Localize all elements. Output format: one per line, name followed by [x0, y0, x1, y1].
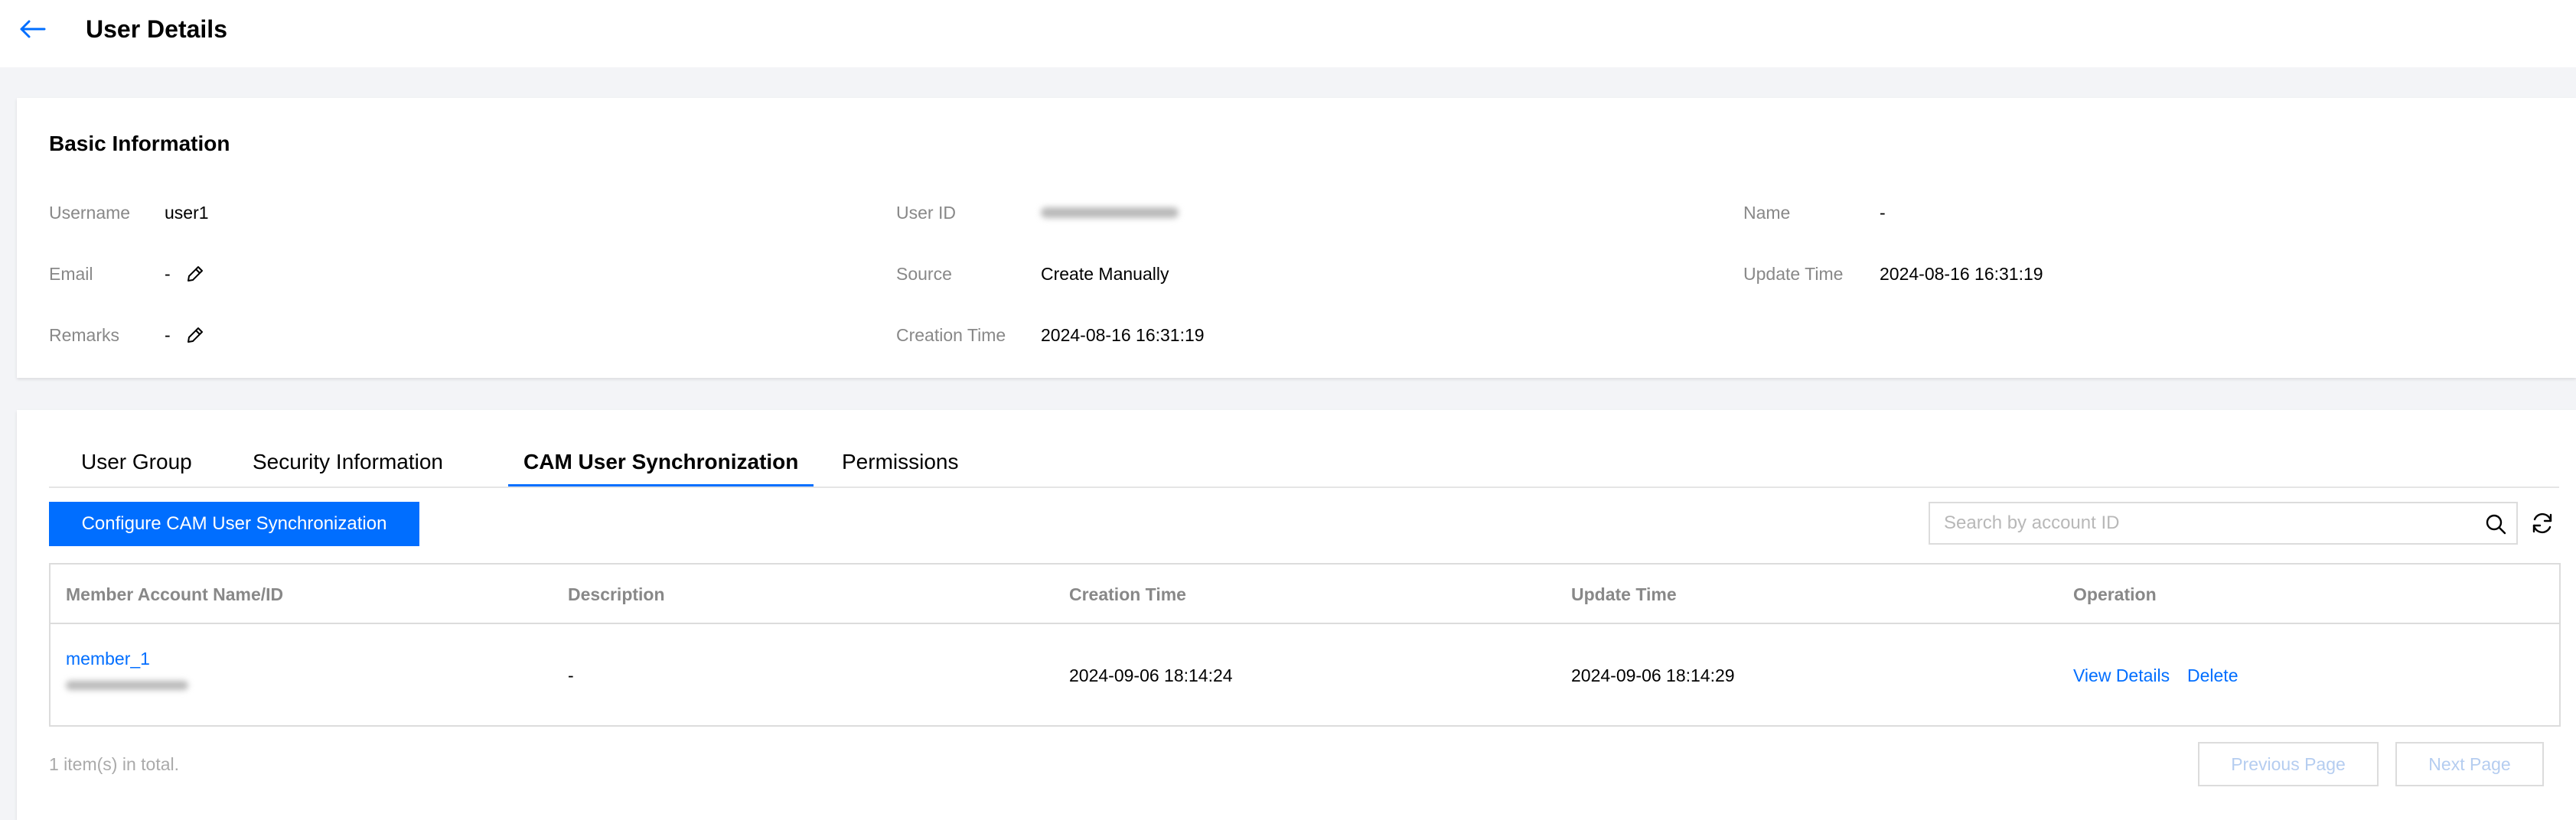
tab-label: Security Information: [253, 450, 443, 473]
tabs-card: User Group Security Information CAM User…: [17, 410, 2576, 820]
creation-time-label: Creation Time: [896, 325, 1006, 345]
search-icon[interactable]: [2484, 512, 2507, 535]
name-label: Name: [1743, 203, 1791, 223]
previous-page-button[interactable]: Previous Page: [2198, 742, 2379, 786]
user-id-value-redacted: [1041, 207, 1179, 218]
column-header: Description: [568, 584, 665, 604]
remarks-value: -: [165, 325, 171, 345]
table-header: Member Account Name/ID Description Creat…: [51, 565, 2559, 624]
column-header: Member Account Name/ID: [66, 584, 284, 604]
tab-cam-user-synchronization[interactable]: CAM User Synchronization: [508, 448, 814, 486]
name-value: -: [1880, 203, 1886, 223]
total-count: 1 item(s) in total.: [49, 754, 179, 774]
email-value: -: [165, 264, 171, 284]
creation-time-value: 2024-08-16 16:31:19: [1041, 325, 1205, 345]
column-header: Operation: [2073, 584, 2157, 604]
tab-security-information[interactable]: Security Information: [253, 448, 443, 485]
search-box: [1929, 502, 2518, 545]
next-page-button[interactable]: Next Page: [2395, 742, 2544, 786]
refresh-icon[interactable]: [2530, 511, 2555, 535]
tab-label: CAM User Synchronization: [523, 450, 799, 473]
update-time-label: Update Time: [1743, 264, 1844, 284]
member-account-id-redacted: [66, 681, 188, 690]
back-arrow-icon[interactable]: [17, 17, 47, 41]
update-time-cell: 2024-09-06 18:14:29: [1571, 665, 1735, 685]
member-accounts-table: Member Account Name/ID Description Creat…: [49, 563, 2561, 727]
basic-information-card: Basic Information Username user1 User ID…: [17, 98, 2576, 378]
configure-cam-sync-button[interactable]: Configure CAM User Synchronization: [49, 502, 419, 546]
search-input[interactable]: [1930, 503, 2458, 543]
tab-permissions[interactable]: Permissions: [842, 448, 958, 485]
username-label: Username: [49, 203, 131, 223]
column-header: Update Time: [1571, 584, 1677, 604]
table-row: member_1 - 2024-09-06 18:14:24 2024-09-0…: [51, 624, 2559, 725]
description-cell: -: [568, 665, 574, 685]
active-tab-indicator: [508, 484, 814, 486]
creation-time-cell: 2024-09-06 18:14:24: [1069, 665, 1233, 685]
column-header: Creation Time: [1069, 584, 1186, 604]
page-header: User Details: [0, 0, 2576, 67]
tab-user-group[interactable]: User Group: [81, 448, 192, 485]
section-title: Basic Information: [49, 132, 230, 155]
source-value: Create Manually: [1041, 264, 1169, 284]
tab-bar: User Group Security Information CAM User…: [49, 448, 2559, 488]
update-time-value: 2024-08-16 16:31:19: [1880, 264, 2043, 284]
view-details-link[interactable]: View Details: [2073, 664, 2170, 687]
user-id-label: User ID: [896, 203, 956, 223]
tab-label: User Group: [81, 450, 192, 473]
source-label: Source: [896, 264, 952, 284]
member-account-name-link[interactable]: member_1: [66, 647, 150, 670]
page-title: User Details: [86, 15, 227, 43]
remarks-label: Remarks: [49, 325, 120, 345]
username-value: user1: [165, 203, 209, 223]
delete-link[interactable]: Delete: [2187, 664, 2238, 687]
remarks-pencil-icon[interactable]: [185, 325, 205, 345]
tab-label: Permissions: [842, 450, 959, 473]
email-pencil-icon[interactable]: [185, 264, 205, 284]
email-label: Email: [49, 264, 93, 284]
